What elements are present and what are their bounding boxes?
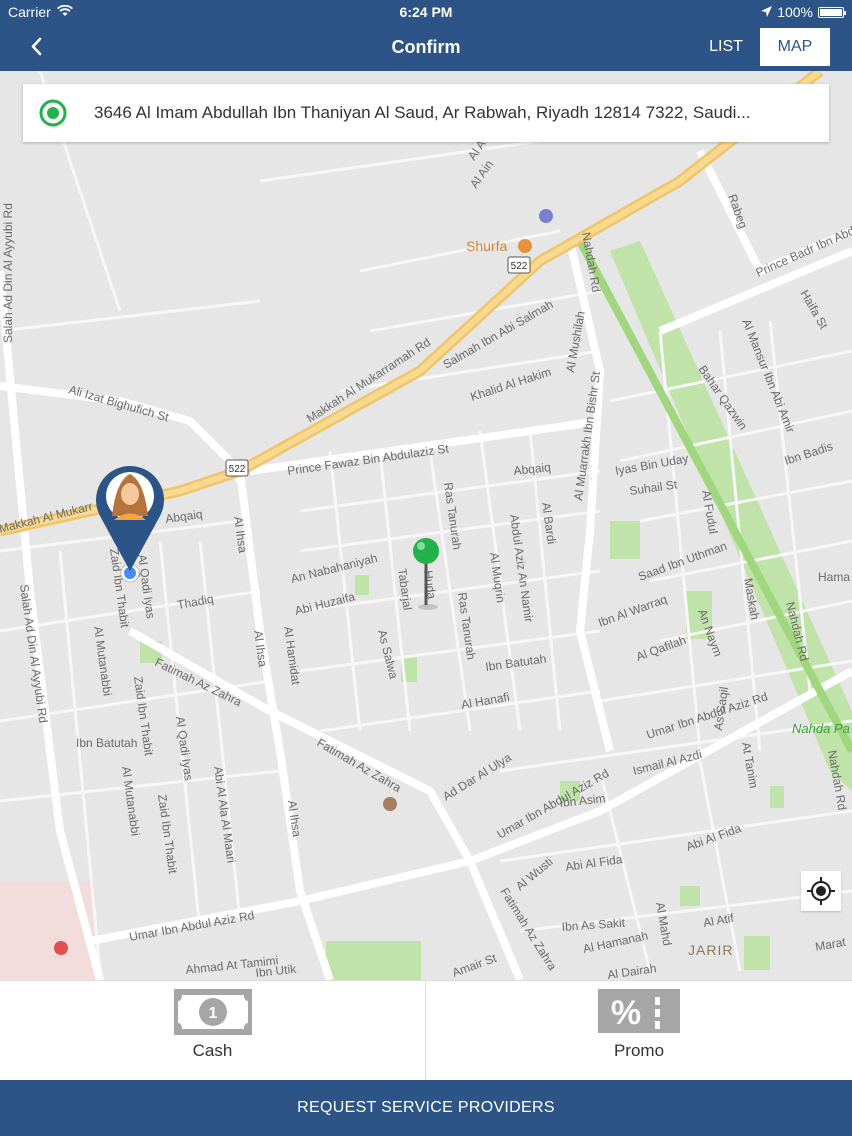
hospital-icon [54,941,68,955]
battery-icon [818,6,846,18]
promo-label: Promo [613,1041,665,1060]
location-arrow-icon [761,4,773,20]
road-shield-label: 522 [511,261,528,272]
my-location-button[interactable] [801,871,841,911]
cash-label: Cash [192,1041,233,1060]
battery-indicator: 100% [761,4,846,20]
restaurant-icon [518,239,532,253]
tab-map[interactable]: MAP [760,28,830,66]
promo-coupon-icon: % [598,989,680,1033]
street-label: Hama [818,570,850,584]
map-view[interactable]: 522 522 Shurfa JARIR Nahda Pa Makkah Al … [0,71,852,980]
street-label: Ibn Batutah [76,736,137,750]
road-shield-label: 522 [229,464,246,475]
tab-list[interactable]: LIST [695,28,757,66]
status-bar: Carrier 6:24 PM 100% [0,0,852,24]
poi-label: Shurfa [466,238,507,254]
poi-label: Nahda Pa [792,721,850,736]
poi-icon [383,797,397,811]
cash-icon: 1 [174,989,252,1035]
street-label: Salah Ad Din Al Ayyubi Rd [1,203,15,343]
road-shield: 522 [507,256,531,274]
cash-option-button[interactable]: 1 Cash [0,981,426,1081]
map-canvas: 522 522 Shurfa JARIR Nahda Pa Makkah Al … [0,71,852,980]
poi-icon [539,209,553,223]
location-target-icon [39,99,67,127]
address-text: 3646 Al Imam Abdullah Ibn Thaniyan Al Sa… [94,103,751,122]
back-button[interactable] [22,32,52,62]
cash-icon-number: 1 [209,1005,218,1022]
crosshair-icon [807,877,835,905]
poi-label: JARIR [688,942,733,958]
chevron-left-icon [31,37,42,56]
request-service-providers-button[interactable]: REQUEST SERVICE PROVIDERS [0,1080,852,1136]
payment-options-bar: 1 Cash % Promo [0,980,852,1081]
promo-icon-symbol: % [611,994,641,1032]
battery-percent: 100% [777,4,813,20]
address-card[interactable]: 3646 Al Imam Abdullah Ibn Thaniyan Al Sa… [23,84,829,142]
promo-option-button[interactable]: % Promo [426,981,852,1081]
road-shield: 522 [225,459,249,477]
nav-bar: Confirm LIST MAP [0,24,852,71]
clock: 6:24 PM [399,4,453,20]
